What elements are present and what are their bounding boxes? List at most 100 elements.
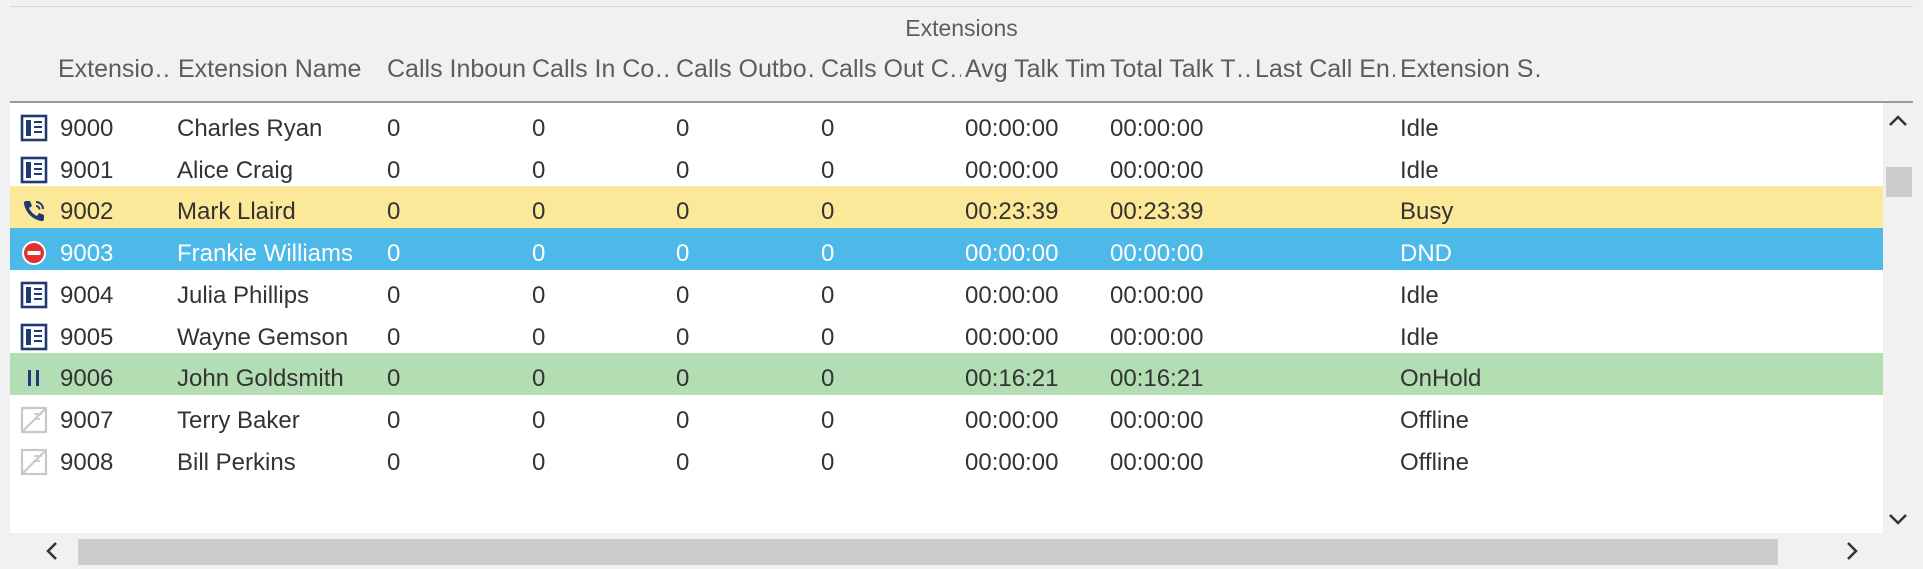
phone-offline-icon: [19, 405, 49, 435]
cell-avg-talk-time: 00:00:00: [965, 156, 1059, 184]
cell-calls-in-completed: 0: [532, 365, 546, 393]
pause-icon: [19, 363, 49, 393]
cell-extension-status: Offline: [1400, 448, 1469, 476]
cell-extension-status: Idle: [1400, 281, 1439, 309]
chevron-down-icon[interactable]: [1886, 507, 1910, 531]
cell-calls-outbound: 0: [676, 323, 690, 351]
cell-calls-inbound: 0: [387, 365, 401, 393]
cell-extension-name: Wayne Gemson: [177, 323, 349, 351]
cell-calls-in-completed: 0: [532, 156, 546, 184]
cell-avg-talk-time: 00:00:00: [965, 323, 1059, 351]
cell-avg-talk-time: 00:00:00: [965, 281, 1059, 309]
cell-avg-talk-time: 00:23:39: [965, 198, 1059, 226]
cell-avg-talk-time: 00:00:00: [965, 448, 1059, 476]
cell-extension: 9001: [60, 156, 114, 184]
cell-calls-inbound: 0: [387, 448, 401, 476]
cell-calls-inbound: 0: [387, 406, 401, 434]
phone-idle-icon: [19, 322, 49, 352]
cell-calls-in-completed: 0: [532, 198, 546, 226]
cell-extension: 9002: [60, 198, 114, 226]
cell-calls-out-completed: 0: [821, 156, 835, 184]
column-header-total-talk-time[interactable]: Total Talk T…: [1110, 55, 1250, 84]
cell-extension-name: Bill Perkins: [177, 448, 296, 476]
column-header-extension-name[interactable]: Extension Name: [178, 55, 378, 84]
cell-calls-inbound: 0: [387, 198, 401, 226]
cell-extension-status: Idle: [1400, 156, 1439, 184]
horizontal-scrollbar[interactable]: [10, 533, 1883, 569]
cell-avg-talk-time: 00:00:00: [965, 115, 1059, 142]
cell-calls-outbound: 0: [676, 448, 690, 476]
cell-extension-name: Alice Craig: [177, 156, 294, 184]
cell-avg-talk-time: 00:16:21: [965, 365, 1059, 393]
cell-extension-name: Mark Llaird: [177, 198, 296, 226]
cell-calls-out-completed: 0: [821, 406, 835, 434]
cell-calls-outbound: 0: [676, 406, 690, 434]
cell-extension: 9004: [60, 281, 114, 309]
vertical-scrollbar-thumb[interactable]: [1886, 167, 1912, 197]
cell-calls-inbound: 0: [387, 323, 401, 351]
cell-calls-outbound: 0: [676, 365, 690, 393]
chevron-right-icon[interactable]: [1840, 539, 1864, 563]
phone-offline-icon: [19, 447, 49, 477]
extensions-grid: 9000 Charles Ryan 0 0 0 0 00:00:00 00:00:00 Idle…: [10, 103, 1883, 537]
cell-extension: 9006: [60, 365, 114, 393]
cell-extension-status: OnHold: [1400, 365, 1482, 393]
cell-extension-name: Charles Ryan: [177, 115, 323, 142]
cell-calls-in-completed: 0: [532, 406, 546, 434]
cell-avg-talk-time: 00:00:00: [965, 240, 1059, 268]
cell-avg-talk-time: 00:00:00: [965, 406, 1059, 434]
column-header-calls-inbound[interactable]: Calls Inbound: [387, 55, 527, 84]
cell-extension: 9003: [60, 240, 114, 268]
cell-calls-out-completed: 0: [821, 323, 835, 351]
cell-total-talk-time: 00:00:00: [1110, 156, 1204, 184]
cell-calls-in-completed: 0: [532, 448, 546, 476]
column-header-calls-in-completed[interactable]: Calls In Co…: [532, 55, 672, 84]
column-header-calls-out-completed[interactable]: Calls Out C…: [821, 55, 961, 84]
phone-idle-icon: [19, 155, 49, 185]
cell-calls-outbound: 0: [676, 240, 690, 268]
cell-calls-in-completed: 0: [532, 240, 546, 268]
vertical-scrollbar[interactable]: [1883, 103, 1913, 537]
column-header-extension-status[interactable]: Extension S…: [1400, 55, 1540, 84]
cell-calls-out-completed: 0: [821, 198, 835, 226]
cell-total-talk-time: 00:00:00: [1110, 323, 1204, 351]
column-header-avg-talk-time[interactable]: Avg Talk Time: [965, 55, 1105, 84]
cell-total-talk-time: 00:00:00: [1110, 448, 1204, 476]
cell-total-talk-time: 00:00:00: [1110, 281, 1204, 309]
table-row[interactable]: 9008 Bill Perkins 0 0 0 0 00:00:00 00:00:00 Offl…: [10, 436, 1883, 488]
cell-extension: 9007: [60, 406, 114, 434]
cell-calls-outbound: 0: [676, 198, 690, 226]
cell-calls-in-completed: 0: [532, 323, 546, 351]
cell-total-talk-time: 00:00:00: [1110, 115, 1204, 142]
column-header-last-call-ended[interactable]: Last Call En…: [1255, 55, 1395, 84]
cell-extension-status: Offline: [1400, 406, 1469, 434]
column-header-row: Extensio… Extension Name Calls Inbound C…: [10, 47, 1913, 103]
phone-ringing-icon: [19, 196, 49, 226]
cell-calls-outbound: 0: [676, 115, 690, 142]
cell-extension: 9008: [60, 448, 114, 476]
cell-calls-inbound: 0: [387, 240, 401, 268]
cell-calls-out-completed: 0: [821, 365, 835, 393]
cell-calls-out-completed: 0: [821, 281, 835, 309]
horizontal-scrollbar-thumb[interactable]: [78, 539, 1778, 565]
cell-extension-name: Frankie Williams: [177, 240, 354, 268]
cell-calls-in-completed: 0: [532, 281, 546, 309]
cell-extension-name: Julia Phillips: [177, 281, 310, 309]
do-not-disturb-icon: [19, 238, 49, 268]
group-title: Extensions: [905, 15, 1018, 41]
cell-total-talk-time: 00:16:21: [1110, 365, 1204, 393]
extensions-panel: Extensions Extensio… Extension Name Call…: [10, 6, 1913, 569]
cell-extension-status: Idle: [1400, 115, 1439, 142]
cell-total-talk-time: 00:23:39: [1110, 198, 1204, 226]
column-header-extension[interactable]: Extensio…: [58, 55, 170, 84]
cell-calls-out-completed: 0: [821, 448, 835, 476]
cell-extension-status: DND: [1400, 240, 1452, 268]
column-header-calls-outbound[interactable]: Calls Outbo…: [676, 55, 816, 84]
cell-extension-status: Busy: [1400, 198, 1454, 226]
phone-idle-icon: [19, 113, 49, 143]
chevron-up-icon[interactable]: [1886, 109, 1910, 133]
cell-extension-name: Terry Baker: [177, 406, 300, 434]
phone-idle-icon: [19, 280, 49, 310]
chevron-left-icon[interactable]: [40, 539, 64, 563]
cell-extension: 9000: [60, 115, 114, 142]
